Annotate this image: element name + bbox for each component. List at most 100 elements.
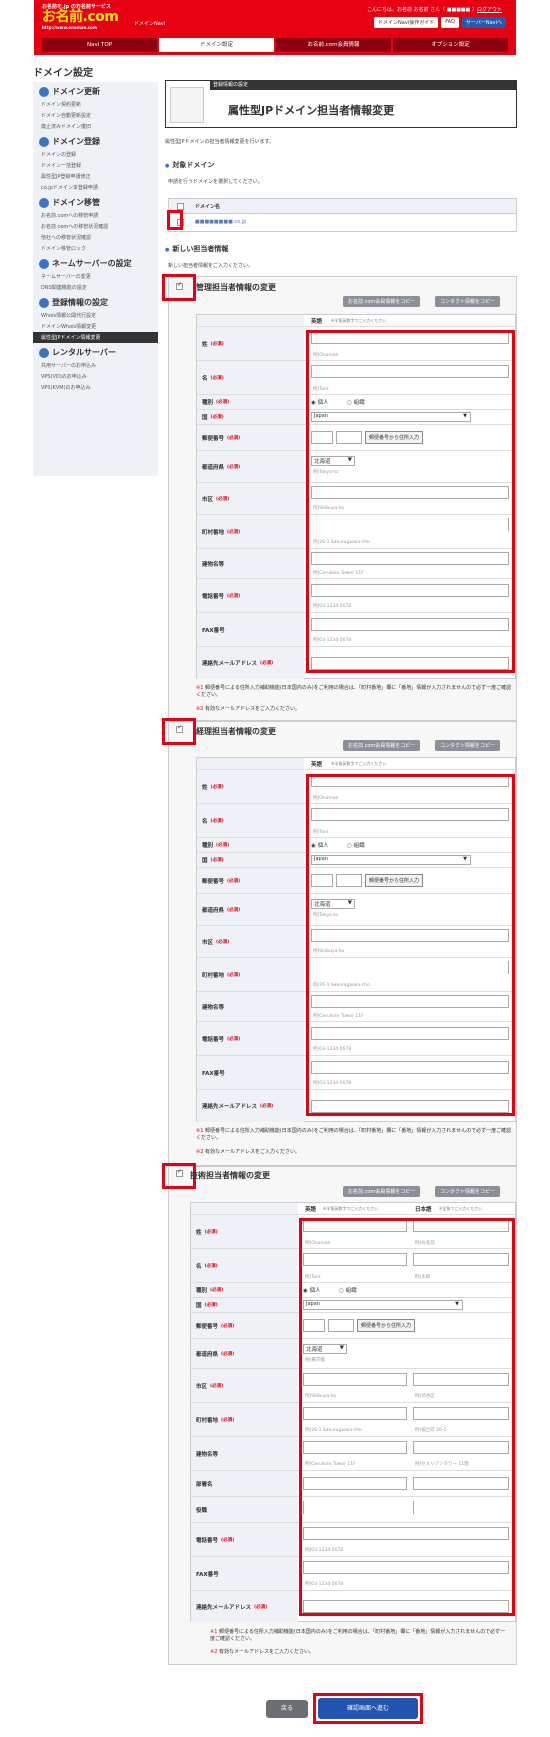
label-pref: 都道府県 (必須) [197,894,304,925]
form-header-label [197,758,304,769]
required-mark: (必須) [210,858,224,863]
label-text: 建物名等 [202,1004,225,1011]
note-mark: ※2 [196,706,204,712]
label-text: 電話番号 [202,593,225,600]
sidebar-item-cojp[interactable]: co.jpドメイン本登録申請 [33,182,158,193]
form-header-row: 英語 ※半角英数字でご入力ください 日本語 ※全角でご入力ください [191,1203,515,1215]
sidebar-item-whois-change[interactable]: ドメインWhois情報変更 [33,321,158,332]
server-navi-link[interactable]: サーバーNaviへ [461,17,506,28]
required-mark: (必須) [227,529,241,535]
sidebar-item-transfer-lock[interactable]: ドメイン移管ロック [33,243,158,254]
sidebar-item-bulk-register[interactable]: ドメイン一括登録 [33,160,158,171]
label-title: 役職 [191,1497,298,1522]
highlight-domain-checkbox [167,210,183,230]
label-zip: 郵便番号 (必須) [197,425,304,450]
guide-link[interactable]: ドメインNavi操作ガイド [374,17,439,28]
note-text: 有効なメールアドレスをご入力ください。 [204,706,300,712]
tab-domain-settings[interactable]: ドメイン設定 [159,38,274,52]
label-country: 国 (必須) [197,410,304,424]
label-org: 部署名 [191,1471,298,1496]
required-mark: (必須) [210,818,224,824]
back-button[interactable]: 戻る [266,1700,308,1718]
sidebar: ドメイン更新 ドメイン契約更新 ドメイン自動更新設定 廃止済みドメイン復旧 ドメ… [33,82,158,476]
form-header-row: 英語 ※半角英数字でご入力ください [197,315,515,327]
required-mark: (必須) [227,972,241,978]
required-mark: (必須) [221,1323,235,1329]
label-text: 都道府県 [202,464,225,471]
note-text: 郵便番号による住所入力補助機能(日本国内のみ)をご利用の場合は、「町村番地」欄に… [210,1629,506,1642]
required-mark: (必須) [227,464,241,470]
required-mark: (必須) [260,661,274,666]
sidebar-item-register[interactable]: ドメインの登録 [33,149,158,160]
label-text: 市区 [202,939,214,946]
label-text: FAX番号 [202,1070,225,1077]
domain-table-header [169,199,516,214]
tab-navi-top[interactable]: Navi TOP [42,38,157,52]
nameserver-icon [39,258,49,269]
sidebar-item-auto-renew[interactable]: ドメイン自動更新設定 [33,110,158,121]
sidebar-section: ドメイン移管 [33,193,158,210]
form-header-label [197,315,304,326]
tech-note-1: ※1 郵便番号による住所入力補助機能(日本国内のみ)をご利用の場合は、「町村番地… [210,1628,510,1642]
sidebar-section-title: ドメイン更新 [52,87,100,96]
sidebar-item-domain-renew[interactable]: ドメイン契約更新 [33,99,158,110]
sidebar-item-whois-proxy[interactable]: Whois情報公開代行設定 [33,310,158,321]
label-addr: 町村番地 (必須) [197,958,304,991]
sidebar-item-transfer-in[interactable]: お名前.comへの移管申請 [33,210,158,221]
sidebar-section: ドメイン登録 [33,132,158,149]
admin-copy-member-button[interactable]: お名前.com会員情報をコピー [343,296,421,307]
faq-link[interactable]: FAQ [441,17,459,28]
tab-option-settings[interactable]: オプション設定 [393,38,508,52]
label-bldg: 建物名等 [197,992,304,1021]
sidebar-item-ns-change[interactable]: ネームサーバーの変更 [33,271,158,282]
label-text: 市区 [196,1383,208,1390]
sidebar-item-vps-vd[interactable]: VPS(VD)のお申込み [33,371,158,382]
tech-copy-member-button[interactable]: お名前.com会員情報をコピー [343,1186,421,1197]
sidebar-item-transfer-status[interactable]: お名前.comへの移管状況確認 [33,221,158,232]
label-text: 郵便番号 [196,1323,219,1330]
sidebar-item-jp-contact[interactable]: 属性型JPドメイン情報変更 [33,332,158,343]
select-all-checkbox[interactable] [177,203,184,210]
tab-member-info[interactable]: お名前.com会員情報 [276,38,391,52]
sidebar-item-shared-server[interactable]: 共用サーバーのお申込み [33,360,158,371]
main-tabs: Navi TOP ドメイン設定 お名前.com会員情報 オプション設定 [42,38,510,52]
label-bldg: 建物名等 [191,1437,298,1470]
label-tel: 電話番号 (必須) [191,1523,298,1556]
page-title: 属性型JPドメイン担当者情報変更 [228,104,395,117]
admin-copy-contact-button[interactable]: コンタクト情報をコピー [435,296,501,307]
required-mark: (必須) [204,1263,218,1269]
sidebar-item-vps-kvm[interactable]: VPS(KVM)のお申込み [33,382,158,393]
label-first: 名 (必須) [191,1249,298,1282]
required-mark: (必須) [216,843,230,848]
accounting-copy-contact-button[interactable]: コンタクト情報をコピー [435,740,501,751]
admin-section-title: 管理担当者情報の変更 [196,283,276,292]
label-addr: 町村番地 (必須) [197,515,304,548]
sidebar-item-jp-fix[interactable]: 属性型JP登録申請修正 [33,171,158,182]
sidebar-section: ネームサーバーの設定 [33,254,158,271]
logout-link[interactable]: ログアウト [477,7,502,13]
highlight-admin-inputs [306,330,515,673]
sidebar-item-restore[interactable]: 廃止済みドメイン復旧 [33,121,158,132]
accounting-copy-member-button[interactable]: お名前.com会員情報をコピー [343,740,421,751]
label-text: 町村番地 [202,529,225,536]
required-mark: (必須) [227,593,241,599]
note-mark: ※1 [196,1128,204,1134]
banner-label: 登録情報の設定 [210,81,517,90]
tech-copy-contact-button[interactable]: コンタクト情報をコピー [435,1186,501,1197]
form-header-row: 英語 ※半角英数字でご入力ください [197,758,515,770]
note-mark: ※2 [196,1149,204,1155]
admin-note-1: ※1 郵便番号による住所入力補助機能(日本国内のみ)をご利用の場合は、「町村番地… [196,684,514,698]
label-country: 国 (必須) [191,1298,298,1312]
label-text: 姓 [196,1229,202,1236]
sidebar-section-title: ドメイン登録 [52,137,100,146]
sidebar-item-transfer-out[interactable]: 他社への移管状況確認 [33,232,158,243]
logo[interactable]: お名前を.jp のお名前サービス お名前.com http://www.onam… [42,3,119,30]
label-fax: FAX番号 [197,1056,304,1089]
required-mark: (必須) [216,939,230,945]
en-col-note: ※半角英数字でご入力ください [331,318,387,323]
admin-note-2: ※2 有効なメールアドレスをご入力ください。 [196,705,300,712]
sidebar-item-dns[interactable]: DNS関連機能の設定 [33,282,158,293]
label-country: 国 (必須) [197,853,304,867]
en-col-note: ※半角英数字でご入力ください [323,1206,379,1211]
required-mark: (必須) [210,415,224,420]
